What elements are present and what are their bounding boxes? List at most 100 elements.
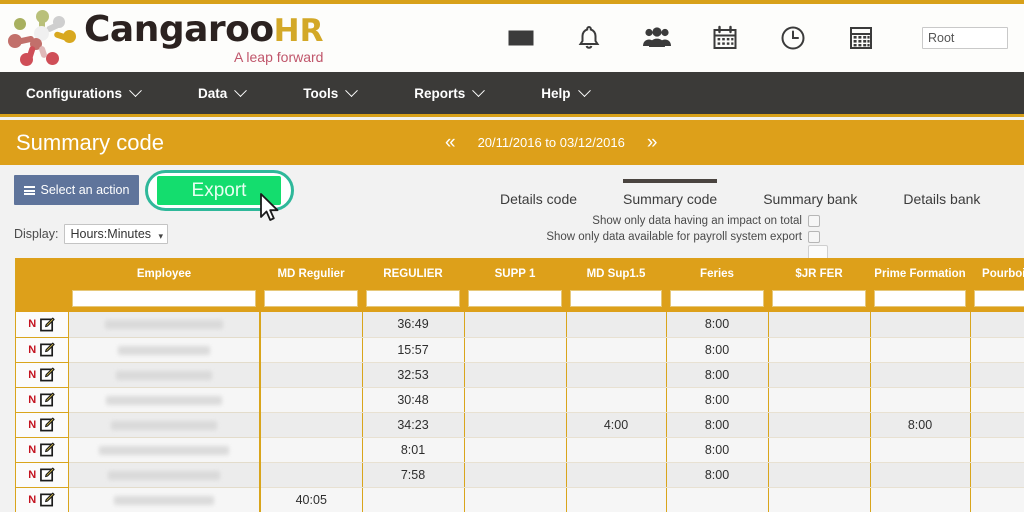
cell-jr-fer <box>768 412 871 438</box>
column-header-employee[interactable]: Employee <box>68 258 260 284</box>
cell-pourboire <box>970 387 1024 413</box>
period-range-label: 20/11/2016 to 03/12/2016 <box>477 135 625 150</box>
people-icon[interactable] <box>640 21 674 55</box>
edit-pencil-icon[interactable] <box>40 467 55 482</box>
cell-pourboire <box>970 437 1024 463</box>
nav-item-help[interactable]: Help <box>533 83 596 101</box>
brand-tagline: A leap forward <box>233 49 324 65</box>
filter-input-md-sup15[interactable] <box>570 289 662 307</box>
cell-md-regulier <box>260 362 363 388</box>
tab-summary-code[interactable]: Summary code <box>623 179 718 211</box>
cell-supp1 <box>464 337 567 363</box>
edit-pencil-icon[interactable] <box>40 367 55 382</box>
cell-prime-formation <box>870 337 971 363</box>
row-new-flag: N <box>28 318 37 331</box>
row-actions-cell: N <box>16 312 69 338</box>
table-row[interactable]: N 15:57 8:00 <box>16 337 1024 363</box>
column-header-regulier[interactable]: REGULIER <box>362 258 464 284</box>
column-header-supp1[interactable]: SUPP 1 <box>464 258 566 284</box>
export-button[interactable]: Export <box>157 176 281 205</box>
cell-feries: 8:00 <box>666 362 769 388</box>
row-actions-cell: N <box>16 362 69 388</box>
checkbox-label: Show only data available for payroll sys… <box>546 231 802 243</box>
column-header-jr-fer[interactable]: $JR FER <box>768 258 870 284</box>
employee-name-cell <box>68 312 261 338</box>
clock-icon[interactable] <box>776 21 810 55</box>
cell-regulier: 34:23 <box>362 412 465 438</box>
display-format-row: Display: Hours:Minutes ▾ <box>14 224 169 244</box>
column-header-feries[interactable]: Feries <box>666 258 768 284</box>
cell-prime-formation <box>870 362 971 388</box>
table-row[interactable]: N 30:48 8:00 <box>16 387 1024 413</box>
row-actions-cell: N <box>16 387 69 413</box>
nav-item-configurations[interactable]: Configurations <box>18 83 148 101</box>
tab-details-bank[interactable]: Details bank <box>903 185 980 211</box>
nav-item-reports[interactable]: Reports <box>406 83 491 101</box>
column-header-md-sup15[interactable]: MD Sup1.5 <box>566 258 666 284</box>
employee-name-cell <box>68 487 261 512</box>
cell-supp1 <box>464 362 567 388</box>
table-row[interactable]: N 8:01 8:00 <box>16 437 1024 463</box>
next-period-icon[interactable]: » <box>647 133 658 152</box>
edit-pencil-icon[interactable] <box>40 492 55 507</box>
bell-icon[interactable] <box>572 21 606 55</box>
cell-jr-fer <box>768 337 871 363</box>
table-row[interactable]: N 40:05 <box>16 487 1024 512</box>
cell-md-regulier <box>260 412 363 438</box>
header-icon-group <box>504 21 1024 55</box>
cell-feries: 8:00 <box>666 312 769 338</box>
cell-regulier: 36:49 <box>362 312 465 338</box>
redacted-employee-name <box>113 495 214 505</box>
filter-input-jr-fer[interactable] <box>772 289 866 307</box>
tab-details-code[interactable]: Details code <box>500 185 577 211</box>
filter-input-feries[interactable] <box>670 289 764 307</box>
employee-name-cell <box>68 437 261 463</box>
filter-input-pourboire[interactable] <box>974 289 1024 307</box>
column-header-pourboire[interactable]: Pourboir <box>970 258 1024 284</box>
cell-feries: 8:00 <box>666 437 769 463</box>
table-row[interactable]: N 34:23 4:00 8:00 8:00 <box>16 412 1024 438</box>
edit-pencil-icon[interactable] <box>40 342 55 357</box>
edit-pencil-icon[interactable] <box>40 417 55 432</box>
chevron-down-icon <box>345 83 359 97</box>
period-selector: « 20/11/2016 to 03/12/2016 » <box>445 120 657 165</box>
filter-input-regulier[interactable] <box>366 289 460 307</box>
impact-total-checkbox[interactable] <box>808 215 820 227</box>
table-row[interactable]: N 32:53 8:00 <box>16 362 1024 388</box>
filter-input-employee[interactable] <box>72 289 256 307</box>
hamburger-icon <box>23 185 35 195</box>
tab-summary-bank[interactable]: Summary bank <box>763 185 857 211</box>
calculator-icon[interactable] <box>844 21 878 55</box>
checkbox-row-impact-total: Show only data having an impact on total <box>520 215 820 227</box>
filter-cell-feries <box>666 284 768 312</box>
filter-cell-pourboire <box>970 284 1024 312</box>
select-action-button[interactable]: Select an action <box>14 175 139 205</box>
cell-prime-formation <box>870 487 971 512</box>
cell-jr-fer <box>768 312 871 338</box>
cell-jr-fer <box>768 387 871 413</box>
root-search-input[interactable] <box>922 27 1008 49</box>
payroll-export-checkbox[interactable] <box>808 231 820 243</box>
cell-md-sup15 <box>566 312 667 338</box>
filter-input-md-regulier[interactable] <box>264 289 358 307</box>
row-new-flag: N <box>28 418 37 431</box>
inbox-icon[interactable] <box>504 21 538 55</box>
calendar-icon[interactable] <box>708 21 742 55</box>
cell-md-sup15 <box>566 387 667 413</box>
previous-period-icon[interactable]: « <box>445 133 456 152</box>
cell-md-regulier <box>260 337 363 363</box>
edit-pencil-icon[interactable] <box>40 317 55 332</box>
filter-input-prime-formation[interactable] <box>874 289 966 307</box>
edit-pencil-icon[interactable] <box>40 392 55 407</box>
table-row[interactable]: N 7:58 8:00 <box>16 462 1024 488</box>
column-header-prime-formation[interactable]: Prime Formation <box>870 258 970 284</box>
nav-item-tools[interactable]: Tools <box>295 83 364 101</box>
cell-regulier: 8:01 <box>362 437 465 463</box>
table-row[interactable]: N 36:49 8:00 <box>16 312 1024 338</box>
edit-pencil-icon[interactable] <box>40 442 55 457</box>
filter-input-supp1[interactable] <box>468 289 562 307</box>
nav-item-data[interactable]: Data <box>190 83 253 101</box>
column-header-md-regulier[interactable]: MD Regulier <box>260 258 362 284</box>
table-body: N 36:49 8:00 N 15:57 8:00 N 32:53 8:00 N 30:48 8:00… <box>16 312 1024 512</box>
display-format-select[interactable]: Hours:Minutes ▾ <box>64 224 169 244</box>
